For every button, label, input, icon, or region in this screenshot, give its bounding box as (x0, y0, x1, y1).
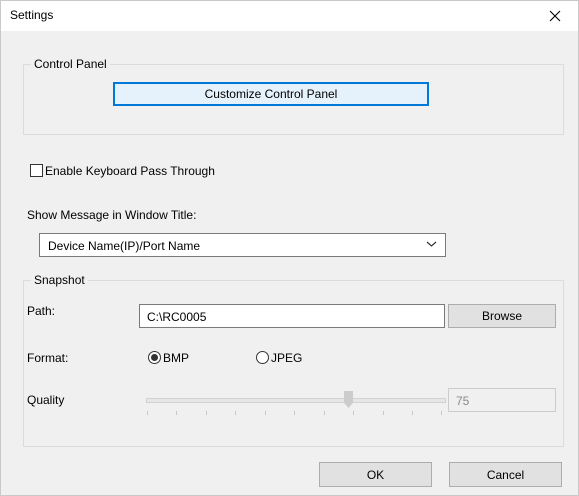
slider-tick (147, 411, 148, 415)
quality-label: Quality (27, 393, 65, 407)
format-jpeg-label[interactable]: JPEG (271, 351, 302, 365)
radio-selected-dot (151, 354, 158, 361)
title-bar: Settings (1, 1, 578, 31)
slider-tick (265, 411, 266, 415)
cancel-button[interactable]: Cancel (449, 462, 562, 487)
format-jpeg-radio[interactable] (256, 351, 269, 364)
format-bmp-label[interactable]: BMP (163, 351, 189, 365)
window-title: Settings (10, 8, 54, 22)
keyboard-pass-through-checkbox[interactable] (30, 164, 43, 177)
quality-value-input: 75 (448, 388, 556, 412)
slider-tick (412, 411, 413, 415)
slider-tick (206, 411, 207, 415)
chevron-down-icon (426, 241, 437, 247)
ok-button[interactable]: OK (319, 462, 432, 487)
control-panel-group: Control Panel Customize Control Panel (23, 57, 564, 135)
format-bmp-radio[interactable] (148, 351, 161, 364)
path-input-value: C:\RC0005 (147, 310, 207, 324)
settings-dialog: Settings Control Panel Customize Control… (0, 0, 579, 496)
show-message-select[interactable]: Device Name(IP)/Port Name (39, 233, 446, 257)
quality-slider-track[interactable] (146, 398, 446, 403)
close-button[interactable] (532, 1, 578, 31)
format-label: Format: (27, 351, 69, 365)
slider-tick (353, 411, 354, 415)
slider-tick (176, 411, 177, 415)
slider-tick (441, 411, 442, 415)
quality-value: 75 (456, 394, 470, 408)
slider-tick (383, 411, 384, 415)
customize-control-panel-button[interactable]: Customize Control Panel (113, 82, 429, 106)
browse-button[interactable]: Browse (448, 304, 556, 328)
show-message-select-value: Device Name(IP)/Port Name (48, 239, 201, 253)
snapshot-group-label: Snapshot (31, 273, 88, 287)
slider-tick (324, 411, 325, 415)
control-panel-group-label: Control Panel (31, 57, 110, 71)
slider-tick (235, 411, 236, 415)
path-label: Path: (27, 304, 56, 318)
show-message-label: Show Message in Window Title: (27, 208, 197, 222)
slider-tick (294, 411, 295, 415)
close-icon (549, 10, 561, 22)
keyboard-pass-through-label[interactable]: Enable Keyboard Pass Through (45, 164, 215, 178)
path-input[interactable]: C:\RC0005 (139, 304, 445, 328)
